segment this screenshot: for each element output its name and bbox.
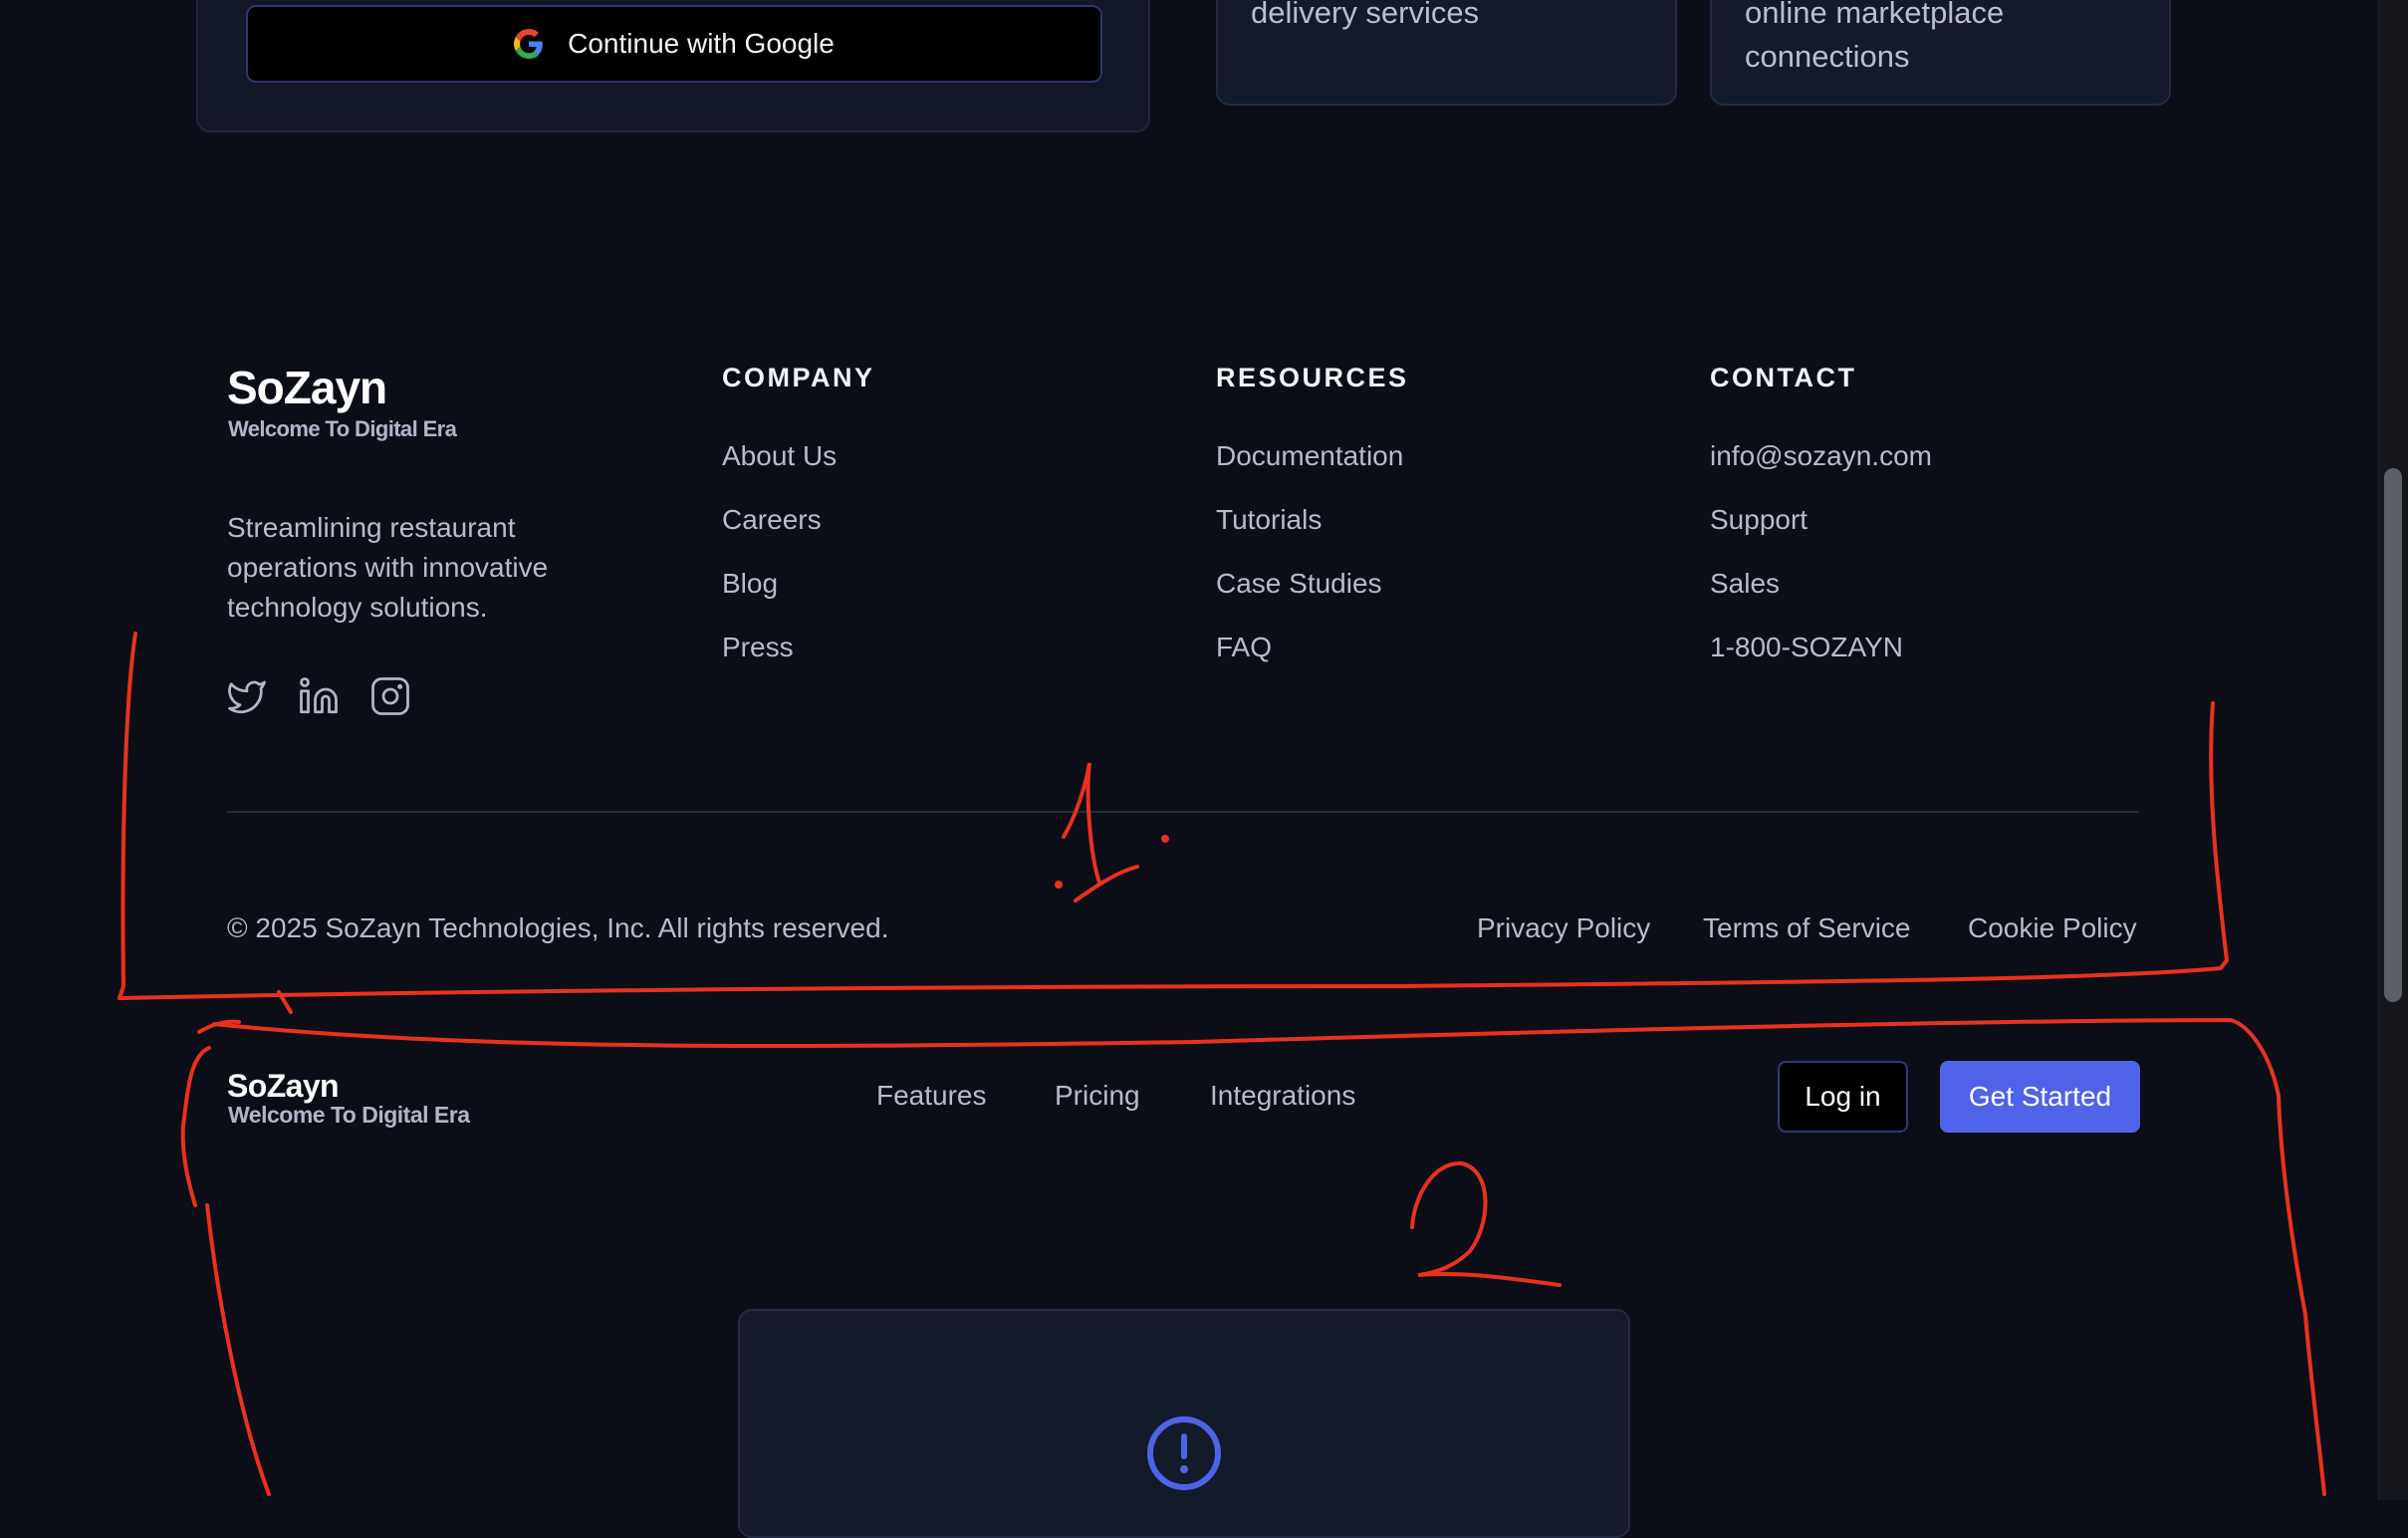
feature-card-delivery: delivery services <box>1216 0 1677 106</box>
continue-with-google-button[interactable]: Continue with Google <box>246 5 1102 83</box>
twitter-icon[interactable] <box>226 675 268 717</box>
cookie-policy-link[interactable]: Cookie Policy <box>1968 912 2137 944</box>
footer-link-email[interactable]: info@sozayn.com <box>1710 434 1932 498</box>
feature-card-text: online marketplace <box>1745 0 2005 30</box>
footer-link-tutorials[interactable]: Tutorials <box>1216 498 1403 562</box>
google-icon <box>514 29 543 59</box>
navbar-logo[interactable]: SoZayn <box>227 1068 340 1105</box>
footer-link-phone[interactable]: 1-800-SOZAYN <box>1710 626 1932 689</box>
google-button-label: Continue with Google <box>568 28 835 59</box>
get-started-button[interactable]: Get Started <box>1940 1061 2140 1133</box>
instagram-icon[interactable] <box>369 675 411 717</box>
feature-card-marketplace: online marketplace connections <box>1710 0 2171 106</box>
footer-links-resources: Documentation Tutorials Case Studies FAQ <box>1216 434 1403 689</box>
terms-of-service-link[interactable]: Terms of Service <box>1703 912 1911 944</box>
footer-heading-company: COMPANY <box>722 363 875 392</box>
annotation-number-1 <box>1055 762 1169 902</box>
footer-heading-contact: CONTACT <box>1710 363 1857 392</box>
footer-link-sales[interactable]: Sales <box>1710 562 1932 626</box>
privacy-policy-link[interactable]: Privacy Policy <box>1477 912 1650 944</box>
footer-links-contact: info@sozayn.com Support Sales 1-800-SOZA… <box>1710 434 1932 689</box>
footer-heading-resources: RESOURCES <box>1216 363 1409 392</box>
annotation-box-2-left <box>197 1019 241 1034</box>
footer-divider <box>227 811 2139 813</box>
footer-link-about-us[interactable]: About Us <box>722 434 837 498</box>
footer-link-support[interactable]: Support <box>1710 498 1932 562</box>
footer-logo[interactable]: SoZayn <box>227 361 387 414</box>
footer-link-blog[interactable]: Blog <box>722 562 837 626</box>
nav-link-integrations[interactable]: Integrations <box>1210 1080 1355 1112</box>
footer-link-faq[interactable]: FAQ <box>1216 626 1403 689</box>
footer-links-company: About Us Careers Blog Press <box>722 434 837 689</box>
alert-icon <box>1147 1416 1221 1490</box>
annotation-box-1-tail <box>277 990 293 1014</box>
annotation-number-2 <box>1410 1160 1562 1287</box>
feature-card-text: delivery services <box>1251 0 1480 30</box>
footer-description: Streamlining restaurant operations with … <box>227 512 549 623</box>
footer-copyright: © 2025 SoZayn Technologies, Inc. All rig… <box>227 912 889 943</box>
annotation-layer: 1. 2 <box>118 632 2326 1496</box>
footer-tagline: Welcome To Digital Era <box>228 416 457 441</box>
navbar-tagline: Welcome To Digital Era <box>228 1102 470 1128</box>
nav-link-features[interactable]: Features <box>876 1080 987 1112</box>
linkedin-icon[interactable] <box>298 675 340 717</box>
footer-link-press[interactable]: Press <box>722 626 837 689</box>
footer-link-documentation[interactable]: Documentation <box>1216 434 1403 498</box>
login-button[interactable]: Log in <box>1778 1061 1908 1133</box>
footer-link-case-studies[interactable]: Case Studies <box>1216 562 1403 626</box>
scrollbar-thumb[interactable] <box>2384 468 2402 1002</box>
feature-card-text: connections <box>1745 39 1910 74</box>
nav-link-pricing[interactable]: Pricing <box>1055 1080 1140 1112</box>
footer-link-careers[interactable]: Careers <box>722 498 837 562</box>
